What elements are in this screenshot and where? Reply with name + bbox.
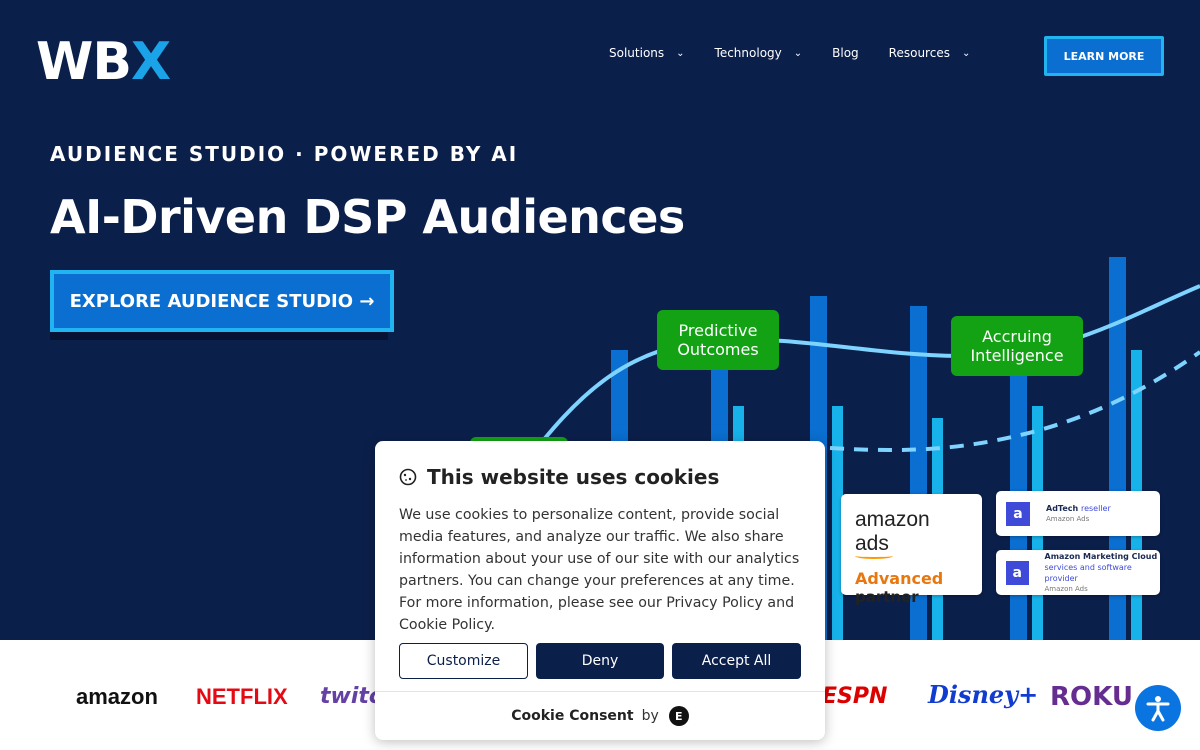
adtech-reseller-badge: a AdTech reseller Amazon Ads [996,491,1160,536]
cookie-dialog-body: We use cookies to personalize content, p… [399,507,800,633]
customize-button[interactable]: Customize [399,643,528,679]
badge-tier-line2: partner [855,588,919,606]
amazon-logo: amazon [76,684,158,709]
accessibility-figure-icon [1146,696,1170,722]
callout-line: Accruing [982,327,1052,346]
badge-title-accent: reseller [1080,503,1111,513]
nav-solutions[interactable]: Solutions ⌄ [609,46,685,60]
chevron-down-icon: ⌄ [793,47,803,59]
amazon-ads-advanced-partner-badge: amazon ads Advanced partner [841,494,982,606]
nav-label: Resources [888,46,950,60]
amc-provider-badge: a Amazon Marketing Cloud services and so… [996,550,1160,595]
netflix-logo: NETFLIX [196,684,288,709]
logo-wordmark: WBX [36,32,171,92]
callout-line: Outcomes [677,340,759,359]
main-nav: Solutions ⌄ Technology ⌄ Blog Resources … [609,46,1000,60]
cookie-dialog-header: This website uses cookies [399,465,719,489]
cookie-dialog-footer: Cookie Consent by E [375,691,825,740]
badge-title: AdTech [1046,503,1081,513]
nav-technology[interactable]: Technology ⌄ [715,46,803,60]
wbx-logo[interactable]: WBX [36,32,171,92]
amazon-a-icon: a [1006,501,1030,526]
callout-predictive-outcomes: Predictive Outcomes [657,310,779,370]
amazon-a-icon: a [1006,560,1029,585]
chevron-down-icon: ⌄ [961,47,971,59]
badge-sub: Amazon Ads [1044,584,1088,593]
nav-label: Blog [832,46,859,60]
hero-headline: AI-Driven DSP Audiences [50,190,685,244]
elementor-logo-icon: E [668,706,689,726]
cookie-consent-brand[interactable]: Cookie Consent [511,708,633,724]
learn-more-button[interactable]: LEARN MORE [1044,36,1164,76]
cookie-icon [399,468,417,486]
twitch-logo: twitc [320,684,382,709]
badge-tier: Advanced [855,569,944,588]
nav-blog[interactable]: Blog [832,46,859,60]
amazon-ads-wordmark: amazon ads [855,508,930,555]
deny-button[interactable]: Deny [536,643,664,679]
chevron-down-icon: ⌄ [676,47,685,59]
badge-title: Amazon Marketing Cloud [1044,551,1158,561]
badge-sub: Amazon Ads [1046,514,1090,523]
cookie-consent-dialog: This website uses cookies We use cookies… [375,441,825,740]
cookie-dialog-title: This website uses cookies [427,465,720,489]
hero-eyebrow: AUDIENCE STUDIO · POWERED BY AI [50,142,519,166]
nav-label: Technology [714,46,782,60]
badge-subtitle: services and software provider [1044,562,1132,583]
callout-line: Predictive [678,321,758,340]
nav-label: Solutions [609,46,665,60]
footer-by-text: by [641,708,659,724]
explore-audience-studio-button[interactable]: EXPLORE AUDIENCE STUDIO → [50,270,394,332]
espn-logo: ESPN [822,684,888,709]
accessibility-icon[interactable] [1135,685,1181,731]
nav-resources[interactable]: Resources ⌄ [889,46,971,60]
callout-accruing-intelligence: Accruing Intelligence [951,316,1083,376]
accept-all-button[interactable]: Accept All [672,643,801,679]
disney-plus-logo: Disney+ [928,680,1039,709]
callout-line: Intelligence [970,346,1064,365]
roku-logo: ROKU [1050,682,1133,712]
